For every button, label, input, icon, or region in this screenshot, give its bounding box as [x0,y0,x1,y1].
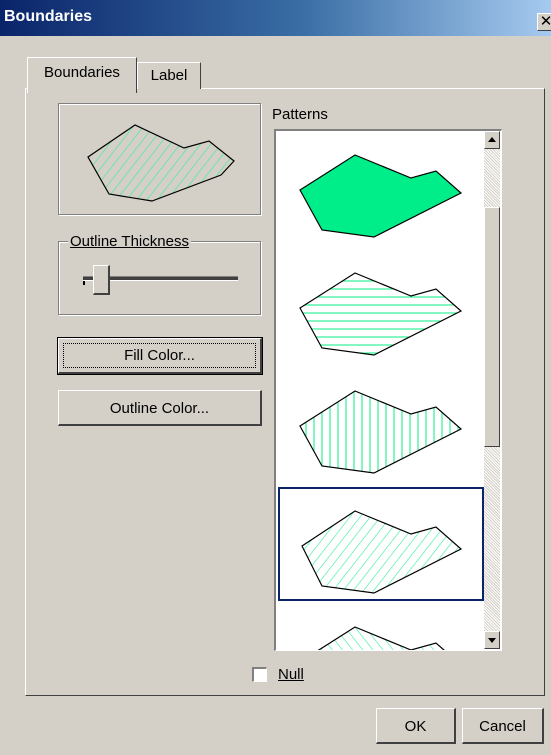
dialog-window: Boundaries ✕ Boundaries Label Outline Th… [0,0,551,755]
close-button[interactable]: ✕ [537,13,551,31]
cancel-button[interactable]: Cancel [462,708,544,744]
pattern-item-vertical[interactable] [278,371,484,481]
arrow-down-icon [488,638,496,643]
pattern-item-diagonal-alt[interactable] [278,607,484,650]
ok-button[interactable]: OK [376,708,456,744]
tab-label[interactable]: Label [137,62,201,89]
window-title: Boundaries [4,8,93,25]
outline-color-label: Outline Color... [109,400,210,417]
ok-label: OK [404,718,427,735]
tab-boundaries[interactable]: Boundaries [27,57,137,93]
pattern-diagonal-shape [301,510,463,594]
slider-tick [83,281,85,285]
fill-color-button[interactable]: Fill Color... [57,337,263,375]
null-checkbox[interactable] [252,667,267,682]
outline-thickness-label: Outline Thickness [68,233,191,250]
focus-rect [63,343,256,368]
tab-label-label: Label [150,67,188,84]
scroll-up-button[interactable] [484,131,500,149]
null-label[interactable]: Null [278,666,304,683]
arrow-up-icon [488,137,496,142]
tab-boundaries-label: Boundaries [44,64,120,81]
pattern-solid-shape [299,154,463,238]
pattern-item-horizontal[interactable] [278,253,484,363]
patterns-listbox[interactable] [274,129,502,651]
outline-thickness-slider[interactable] [92,265,110,295]
preview-shape [87,124,235,202]
scroll-down-button[interactable] [484,631,500,649]
close-icon: ✕ [539,13,551,30]
cancel-label: Cancel [479,718,526,735]
scroll-thumb[interactable] [484,207,500,447]
pattern-item-diagonal[interactable] [278,487,484,601]
pattern-item-solid[interactable] [278,135,484,245]
title-bar[interactable]: Boundaries ✕ [0,0,551,36]
patterns-label: Patterns [272,106,328,123]
outline-color-button[interactable]: Outline Color... [58,390,262,426]
pattern-preview [58,103,261,215]
pattern-vertical-shape [299,390,463,474]
pattern-diagonal-alt-shape [317,626,445,650]
pattern-horizontal-shape [299,272,463,356]
